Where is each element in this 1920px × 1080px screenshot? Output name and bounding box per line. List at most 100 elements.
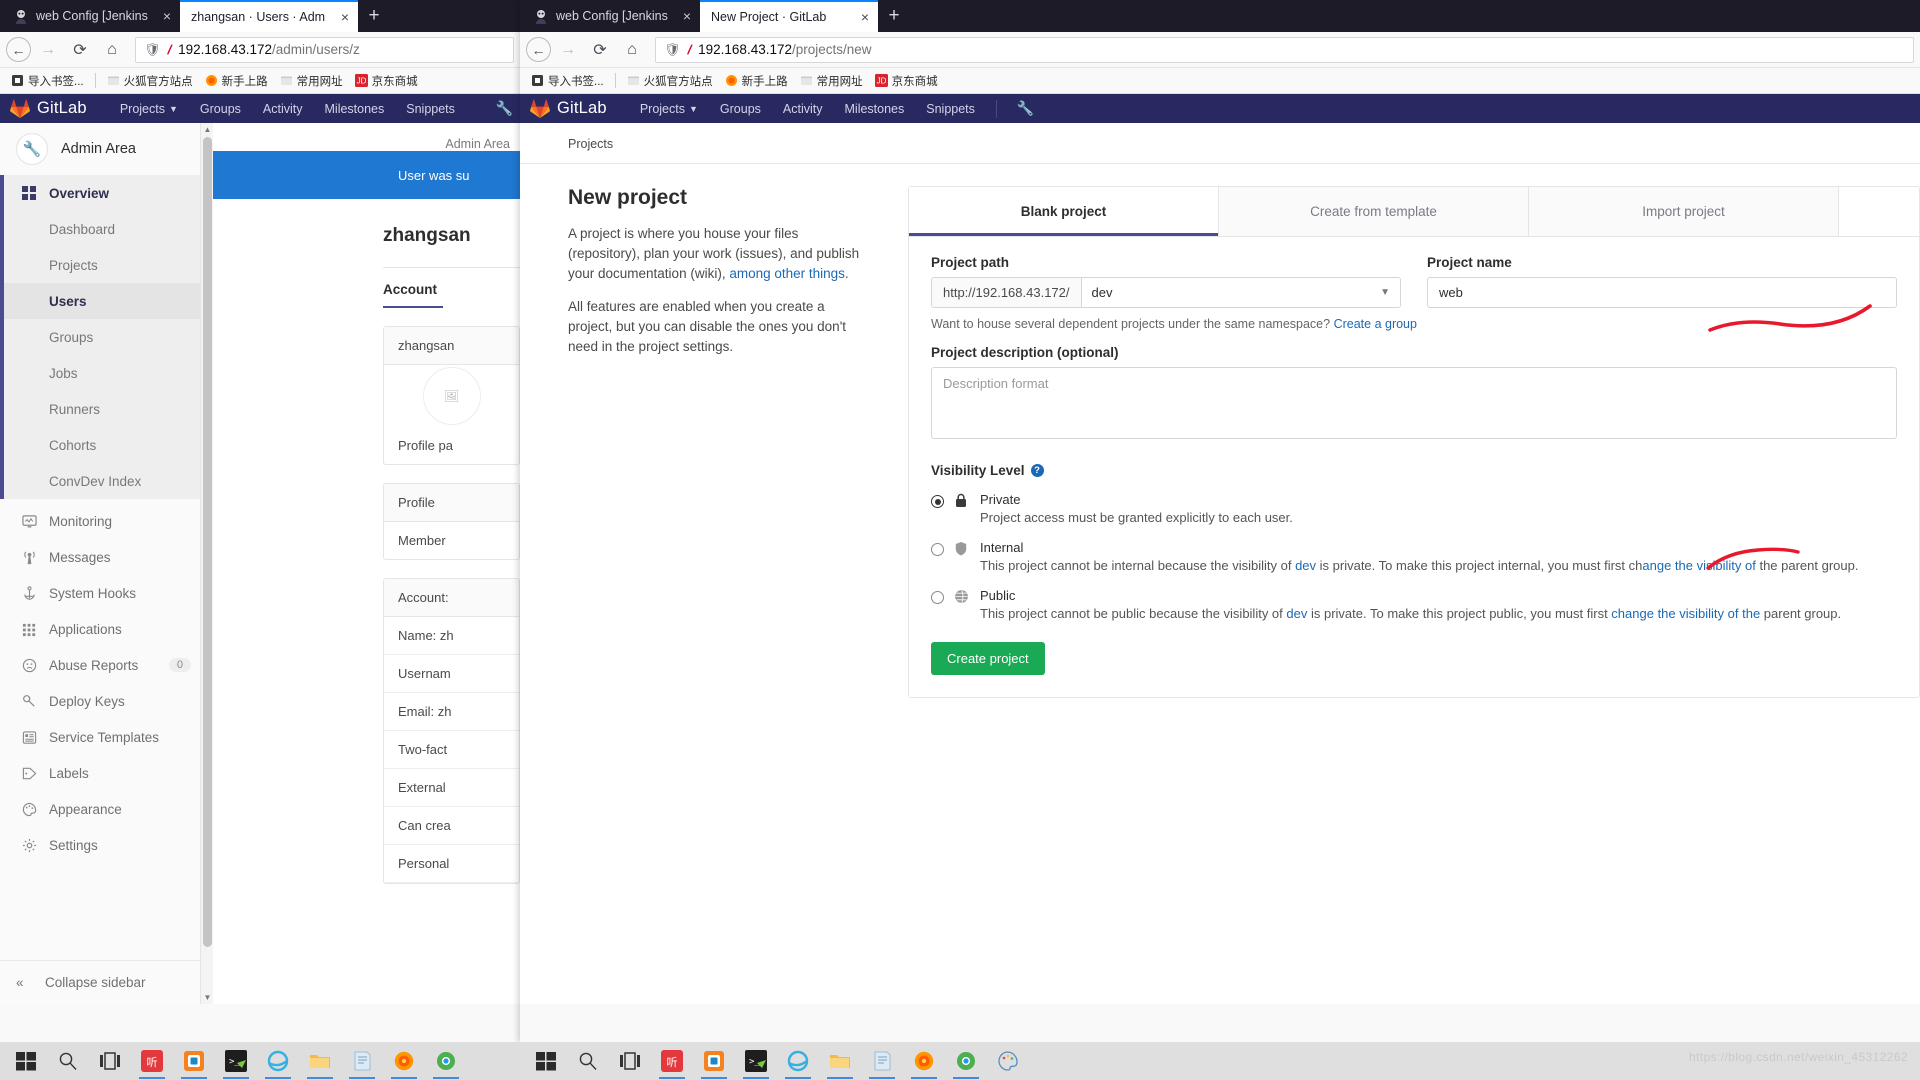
radio-public[interactable] xyxy=(931,590,944,604)
back-button[interactable]: ← xyxy=(6,37,31,62)
address-bar[interactable]: 🛡 / 192.168.43.172/admin/users/z xyxy=(135,36,514,63)
wps-icon[interactable] xyxy=(174,1042,214,1080)
scroll-down-icon[interactable]: ▼ xyxy=(201,991,214,1004)
tab-account[interactable]: Account xyxy=(208,268,520,306)
sidebar-item-labels[interactable]: Labels xyxy=(0,755,207,791)
windows-start-icon[interactable] xyxy=(526,1042,566,1080)
tab-new-project-gitlab[interactable]: New Project · GitLab × xyxy=(700,0,878,32)
back-button[interactable]: ← xyxy=(526,37,551,62)
home-button[interactable]: ⌂ xyxy=(617,35,647,65)
chrome-icon[interactable] xyxy=(946,1042,986,1080)
tab-jenkins-1[interactable]: web Config [Jenkins] × xyxy=(2,0,180,32)
scroll-thumb[interactable] xyxy=(203,137,212,947)
create-a-group-link[interactable]: Create a group xyxy=(1334,317,1417,331)
radio-internal[interactable] xyxy=(931,542,944,556)
explorer-icon[interactable] xyxy=(300,1042,340,1080)
firefox-icon[interactable] xyxy=(384,1042,424,1080)
gitlab-logo[interactable]: GitLab xyxy=(10,99,87,118)
visibility-option-public[interactable]: Public This project cannot be public bec… xyxy=(931,588,1897,624)
reload-button[interactable]: ⟳ xyxy=(585,35,615,65)
sidebar-item-users[interactable]: Users xyxy=(4,283,207,319)
browser-window-background[interactable]: web Config [Jenkins] × zhangsan · Users … xyxy=(0,0,520,1042)
tab-jenkins-2[interactable]: web Config [Jenkins] × xyxy=(522,0,700,32)
nav-projects-1[interactable]: Projects ▼ xyxy=(109,102,189,116)
ie-icon[interactable] xyxy=(258,1042,298,1080)
paint-icon[interactable] xyxy=(988,1042,1028,1080)
new-tab-button[interactable]: + xyxy=(878,0,910,32)
sidebar-item-runners[interactable]: Runners xyxy=(4,391,207,427)
sidebar-item-dashboard[interactable]: Dashboard xyxy=(4,211,207,247)
windows-start-icon[interactable] xyxy=(6,1042,46,1080)
terminal-icon[interactable]: >_ xyxy=(736,1042,776,1080)
help-icon[interactable]: ? xyxy=(1030,464,1044,477)
home-button[interactable]: ⌂ xyxy=(97,35,127,65)
nav-snippets-1[interactable]: Snippets xyxy=(395,102,466,116)
bookmark-jd[interactable]: JD 京东商城 xyxy=(350,71,423,91)
bookmark-jd[interactable]: JD 京东商城 xyxy=(870,71,943,91)
bookmark-common-sites[interactable]: 常用网址 xyxy=(275,71,348,91)
explorer-icon[interactable] xyxy=(820,1042,860,1080)
sidebar-item-convdev-index[interactable]: ConvDev Index xyxy=(4,463,207,499)
sidebar-item-appearance[interactable]: Appearance xyxy=(0,791,207,827)
bookmark-newbie[interactable]: 新手上路 xyxy=(720,71,793,91)
nav-milestones-1[interactable]: Milestones xyxy=(314,102,396,116)
nav-milestones-2[interactable]: Milestones xyxy=(834,102,916,116)
sidebar-item-deploy-keys[interactable]: Deploy Keys xyxy=(0,683,207,719)
project-description-textarea[interactable]: Description format xyxy=(931,367,1897,439)
visibility-option-private[interactable]: Private Project access must be granted e… xyxy=(931,492,1897,528)
sidebar-item-projects[interactable]: Projects xyxy=(4,247,207,283)
notepad-icon[interactable] xyxy=(342,1042,382,1080)
tab-import-project[interactable]: Import project xyxy=(1529,187,1839,236)
close-icon[interactable]: × xyxy=(675,9,691,23)
radio-private[interactable] xyxy=(931,495,944,508)
card-row-profile[interactable]: Profile xyxy=(384,484,519,522)
bookmark-common-sites[interactable]: 常用网址 xyxy=(795,71,868,91)
kugou-icon[interactable]: 听 xyxy=(652,1042,692,1080)
sidebar-item-cohorts[interactable]: Cohorts xyxy=(4,427,207,463)
nav-groups-2[interactable]: Groups xyxy=(709,102,772,116)
nav-projects-2[interactable]: Projects ▼ xyxy=(629,102,709,116)
browser-window-foreground[interactable]: web Config [Jenkins] × New Project · Git… xyxy=(520,0,1920,1042)
project-path-input-group[interactable]: http://192.168.43.172/ dev ▼ xyxy=(931,277,1401,308)
project-name-input[interactable]: web xyxy=(1427,277,1897,308)
reload-button[interactable]: ⟳ xyxy=(65,35,95,65)
address-bar[interactable]: 🛡 / 192.168.43.172/projects/new xyxy=(655,36,1914,63)
create-project-button[interactable]: Create project xyxy=(931,641,1045,675)
task-view-icon[interactable] xyxy=(90,1042,130,1080)
close-icon[interactable]: × xyxy=(853,10,869,24)
sidebar-item-system-hooks[interactable]: System Hooks xyxy=(0,575,207,611)
close-icon[interactable]: × xyxy=(333,10,349,24)
profile-page-link[interactable]: Profile pa xyxy=(384,427,519,464)
kugou-icon[interactable]: 听 xyxy=(132,1042,172,1080)
card-row-member[interactable]: Member xyxy=(384,522,519,559)
notepad-icon[interactable] xyxy=(862,1042,902,1080)
wps-icon[interactable] xyxy=(694,1042,734,1080)
sidebar-item-applications[interactable]: Applications xyxy=(0,611,207,647)
bookmark-firefox-official[interactable]: 火狐官方站点 xyxy=(102,71,198,91)
visibility-option-internal[interactable]: Internal This project cannot be internal… xyxy=(931,540,1897,576)
close-icon[interactable]: × xyxy=(155,9,171,23)
firefox-icon[interactable] xyxy=(904,1042,944,1080)
task-view-icon[interactable] xyxy=(610,1042,650,1080)
search-icon[interactable] xyxy=(48,1042,88,1080)
collapse-sidebar-button[interactable]: « Collapse sidebar xyxy=(0,960,207,1004)
sidebar-item-overview[interactable]: Overview xyxy=(4,175,207,211)
namespace-select[interactable]: dev ▼ xyxy=(1081,278,1400,307)
bookmark-import[interactable]: 导入书签... xyxy=(526,71,609,91)
sidebar-item-abuse-reports[interactable]: Abuse Reports 0 xyxy=(0,647,207,683)
sidebar-item-jobs[interactable]: Jobs xyxy=(4,355,207,391)
gitlab-logo[interactable]: GitLab xyxy=(530,99,607,118)
tab-zhangsan-users-admin[interactable]: zhangsan · Users · Admin Area · G × xyxy=(180,0,358,32)
bookmark-import[interactable]: 导入书签... xyxy=(6,71,89,91)
nav-groups-1[interactable]: Groups xyxy=(189,102,252,116)
bookmark-newbie[interactable]: 新手上路 xyxy=(200,71,273,91)
sidebar-item-monitoring[interactable]: Monitoring xyxy=(0,503,207,539)
nav-activity-2[interactable]: Activity xyxy=(772,102,834,116)
ie-icon[interactable] xyxy=(778,1042,818,1080)
sidebar-item-settings[interactable]: Settings xyxy=(0,827,207,863)
new-tab-button[interactable]: + xyxy=(358,0,390,32)
nav-snippets-2[interactable]: Snippets xyxy=(915,102,986,116)
among-other-things-link[interactable]: among other things xyxy=(729,266,845,281)
sidebar-item-service-templates[interactable]: Service Templates xyxy=(0,719,207,755)
tab-create-from-template[interactable]: Create from template xyxy=(1219,187,1529,236)
